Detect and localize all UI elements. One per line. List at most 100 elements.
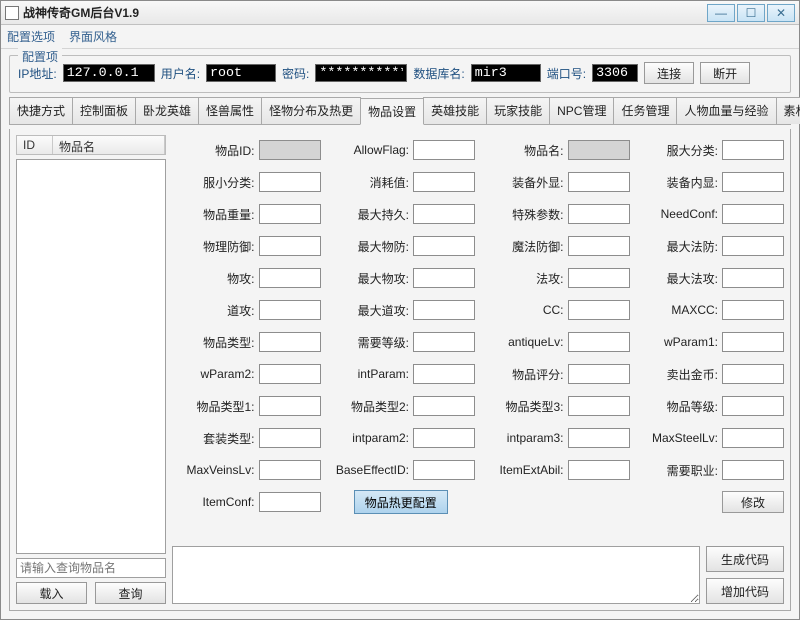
field-input[interactable] (568, 332, 630, 352)
field-input[interactable] (568, 300, 630, 320)
field-input[interactable] (722, 140, 784, 160)
form-cell-6-3: wParam1: (636, 327, 785, 357)
field-input[interactable] (259, 492, 321, 512)
field-input[interactable] (722, 204, 784, 224)
menu-style[interactable]: 界面风格 (69, 28, 117, 45)
form-cell-6-2: antiqueLv: (481, 327, 630, 357)
form-cell-0-1: AllowFlag: (327, 135, 476, 165)
modify-button[interactable]: 修改 (722, 491, 784, 513)
code-textarea[interactable] (172, 546, 700, 604)
add-code-button[interactable]: 增加代码 (706, 578, 784, 604)
col-id[interactable]: ID (17, 136, 53, 154)
search-input[interactable] (16, 558, 166, 578)
field-input[interactable] (413, 396, 475, 416)
connect-button[interactable]: 连接 (644, 62, 694, 84)
field-label: 物品评分: (512, 366, 563, 383)
field-input[interactable] (259, 172, 321, 192)
form-cell-5-3: MAXCC: (636, 295, 785, 325)
tab-2[interactable]: 卧龙英雄 (135, 97, 199, 124)
field-input[interactable] (413, 332, 475, 352)
form-cell-11-3: 修改 (636, 487, 785, 517)
field-input[interactable] (259, 268, 321, 288)
field-input[interactable] (568, 396, 630, 416)
hot-update-button[interactable]: 物品热更配置 (354, 490, 448, 514)
field-input[interactable] (413, 300, 475, 320)
tab-6[interactable]: 英雄技能 (423, 97, 487, 124)
field-input[interactable] (568, 268, 630, 288)
field-input[interactable] (413, 140, 475, 160)
field-input[interactable] (568, 172, 630, 192)
form-cell-2-3: NeedConf: (636, 199, 785, 229)
field-input[interactable] (259, 300, 321, 320)
field-input[interactable] (259, 236, 321, 256)
field-input[interactable] (722, 460, 784, 480)
field-input[interactable] (259, 364, 321, 384)
field-input[interactable] (568, 460, 630, 480)
field-input[interactable] (722, 236, 784, 256)
form-cell-11-0: ItemConf: (172, 487, 321, 517)
field-input[interactable] (413, 236, 475, 256)
tab-1[interactable]: 控制面板 (72, 97, 136, 124)
field-input[interactable] (259, 140, 321, 160)
field-input[interactable] (413, 364, 475, 384)
maximize-button[interactable]: ☐ (737, 4, 765, 22)
field-input[interactable] (568, 140, 630, 160)
tab-0[interactable]: 快捷方式 (9, 97, 73, 124)
field-input[interactable] (413, 204, 475, 224)
field-input[interactable] (722, 428, 784, 448)
field-label: 魔法防御: (512, 238, 563, 255)
tab-10[interactable]: 人物血量与经验 (676, 97, 776, 124)
field-input[interactable] (413, 268, 475, 288)
user-input[interactable] (206, 64, 276, 82)
tab-3[interactable]: 怪兽属性 (198, 97, 262, 124)
tab-8[interactable]: NPC管理 (549, 97, 614, 124)
ip-input[interactable] (63, 64, 155, 82)
db-input[interactable] (471, 64, 541, 82)
field-label: 物品类型3: (505, 398, 563, 415)
query-button[interactable]: 查询 (95, 582, 166, 604)
field-input[interactable] (722, 396, 784, 416)
field-input[interactable] (259, 396, 321, 416)
field-label: 服小分类: (203, 174, 254, 191)
tab-11[interactable]: 素材热更 (776, 97, 800, 124)
app-icon (5, 6, 19, 20)
disconnect-button[interactable]: 断开 (700, 62, 750, 84)
field-input[interactable] (259, 460, 321, 480)
field-label: 物品重量: (203, 206, 254, 223)
col-name[interactable]: 物品名 (53, 136, 165, 154)
field-input[interactable] (259, 332, 321, 352)
field-input[interactable] (722, 172, 784, 192)
port-input[interactable] (592, 64, 638, 82)
form-cell-3-3: 最大法防: (636, 231, 785, 261)
field-input[interactable] (722, 364, 784, 384)
tab-4[interactable]: 怪物分布及热更 (261, 97, 361, 124)
form-cell-1-3: 装备内显: (636, 167, 785, 197)
tab-5[interactable]: 物品设置 (360, 98, 424, 125)
menu-config[interactable]: 配置选项 (7, 28, 55, 45)
field-label: 装备内显: (667, 174, 718, 191)
gen-code-button[interactable]: 生成代码 (706, 546, 784, 572)
field-label: 物品名: (524, 142, 563, 159)
pass-input[interactable] (315, 64, 407, 82)
tab-9[interactable]: 任务管理 (613, 97, 677, 124)
close-button[interactable]: ✕ (767, 4, 795, 22)
config-legend: 配置项 (18, 48, 62, 65)
field-input[interactable] (413, 172, 475, 192)
field-label: 物品类型2: (351, 398, 409, 415)
field-input[interactable] (413, 460, 475, 480)
minimize-button[interactable]: — (707, 4, 735, 22)
tab-7[interactable]: 玩家技能 (486, 97, 550, 124)
field-input[interactable] (568, 204, 630, 224)
form-cell-0-3: 服大分类: (636, 135, 785, 165)
field-input[interactable] (568, 364, 630, 384)
item-listbox[interactable] (16, 159, 166, 554)
field-input[interactable] (568, 428, 630, 448)
field-input[interactable] (413, 428, 475, 448)
field-input[interactable] (722, 332, 784, 352)
field-input[interactable] (722, 300, 784, 320)
field-input[interactable] (722, 268, 784, 288)
field-input[interactable] (259, 428, 321, 448)
field-input[interactable] (259, 204, 321, 224)
load-button[interactable]: 载入 (16, 582, 87, 604)
field-input[interactable] (568, 236, 630, 256)
